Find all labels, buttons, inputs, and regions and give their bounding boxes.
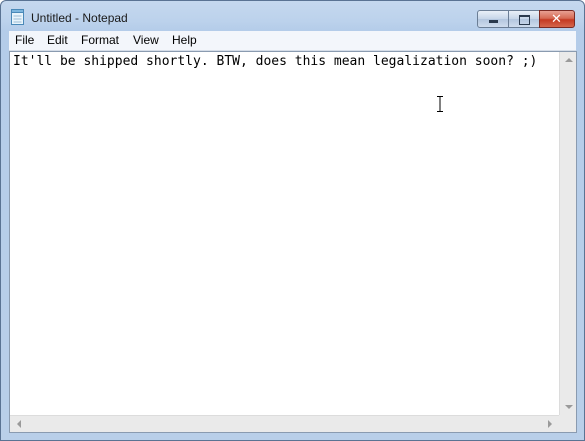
maximize-icon [519, 15, 530, 25]
menu-bar: File Edit Format View Help [9, 31, 576, 51]
scroll-right-icon[interactable] [548, 420, 552, 428]
notepad-icon [11, 9, 24, 25]
minimize-icon [489, 20, 498, 23]
text-cursor-icon [437, 96, 443, 112]
editor-text[interactable]: It'll be shipped shortly. BTW, does this… [13, 54, 537, 69]
scroll-up-icon[interactable] [565, 58, 573, 62]
title-bar[interactable]: Untitled - Notepad ✕ [1, 1, 584, 31]
maximize-button[interactable] [508, 10, 540, 28]
menu-edit[interactable]: Edit [47, 33, 68, 47]
menu-view[interactable]: View [133, 33, 159, 47]
close-icon: ✕ [551, 12, 562, 27]
menu-help[interactable]: Help [172, 33, 197, 47]
menu-file[interactable]: File [15, 33, 34, 47]
window-title: Untitled - Notepad [31, 11, 128, 25]
notepad-window: Untitled - Notepad ✕ File Edit Format Vi… [0, 0, 585, 441]
scroll-down-icon[interactable] [565, 405, 573, 409]
menu-format[interactable]: Format [81, 33, 119, 47]
close-button[interactable]: ✕ [539, 10, 575, 28]
horizontal-scrollbar[interactable] [10, 415, 559, 432]
minimize-button[interactable] [477, 10, 509, 28]
scrollbar-corner [559, 415, 576, 432]
text-editor[interactable]: It'll be shipped shortly. BTW, does this… [9, 51, 577, 433]
scroll-left-icon[interactable] [17, 420, 21, 428]
vertical-scrollbar[interactable] [559, 52, 576, 415]
